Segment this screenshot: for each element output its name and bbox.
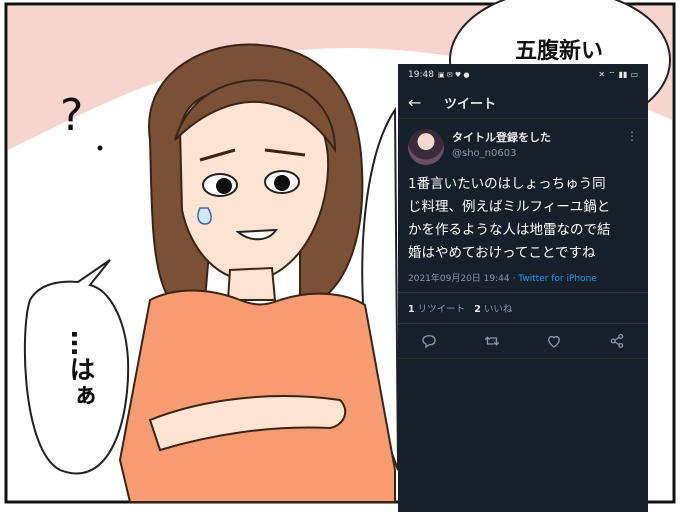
tweet-screenshot: 19:48 ▣ ✉ ♥ ● ✕ ⌔ ▮▮ ▭ ← ツイート タイトル登録をした …: [398, 64, 648, 512]
user-handle[interactable]: @sho_n0603: [452, 148, 551, 159]
tweet-line: 1番言いたいのはしょっちゅう同: [408, 176, 606, 192]
question-mark: ?: [60, 90, 83, 141]
tweet-timestamp: 2021年09月20日 19:44: [408, 274, 510, 284]
signal-icon: ▮▮: [618, 70, 628, 79]
battery-icon: ▭: [630, 70, 638, 79]
wifi-icon: ⌔: [608, 70, 616, 79]
status-app-icons: ▣ ✉ ♥ ●: [437, 71, 470, 79]
tweet-line: かを作るような人は地雷なので結: [408, 222, 611, 238]
retweet-count[interactable]: 1: [408, 304, 415, 315]
tweet-body: 1番言いたいのはしょっちゅう同 じ料理、例えばミルフィーユ鍋と かを作るような人…: [398, 171, 648, 265]
like-label[interactable]: いいね: [484, 304, 513, 315]
status-system-icons: ✕ ⌔ ▮▮ ▭: [598, 70, 638, 80]
like-icon[interactable]: [545, 332, 563, 350]
display-name[interactable]: タイトル登録をした: [452, 129, 551, 145]
mute-icon: ✕: [598, 70, 606, 79]
tweet-actions: [398, 324, 648, 359]
tweet-header: ← ツイート: [398, 86, 648, 119]
more-icon[interactable]: ⋮: [626, 129, 638, 143]
back-arrow-icon[interactable]: ←: [408, 93, 434, 112]
avatar[interactable]: [408, 129, 444, 165]
tweet-line: じ料理、例えばミルフィーユ鍋と: [408, 199, 611, 215]
meta-separator: ·: [509, 274, 519, 284]
status-time: 19:48: [408, 70, 434, 80]
retweet-label[interactable]: リツイート: [418, 304, 466, 315]
reply-icon[interactable]: [420, 332, 438, 350]
like-count[interactable]: 2: [474, 304, 481, 315]
bubble-left-text: …はぁ: [65, 330, 95, 408]
tweet-client-link[interactable]: Twitter for iPhone: [518, 274, 597, 284]
status-bar: 19:48 ▣ ✉ ♥ ● ✕ ⌔ ▮▮ ▭: [398, 64, 648, 86]
bubble-top-text: 五腹新い: [515, 38, 603, 64]
retweet-icon[interactable]: [483, 332, 501, 350]
share-icon[interactable]: [608, 332, 626, 350]
tweet-author: タイトル登録をした @sho_n0603 ⋮: [398, 119, 648, 171]
page-title: ツイート: [444, 96, 497, 112]
tweet-line: 婚はやめておけってことですね: [408, 245, 596, 261]
tweet-meta: 2021年09月20日 19:44 · Twitter for iPhone: [398, 265, 648, 293]
tweet-counts: 1 リツイート 2 いいね: [398, 293, 648, 324]
